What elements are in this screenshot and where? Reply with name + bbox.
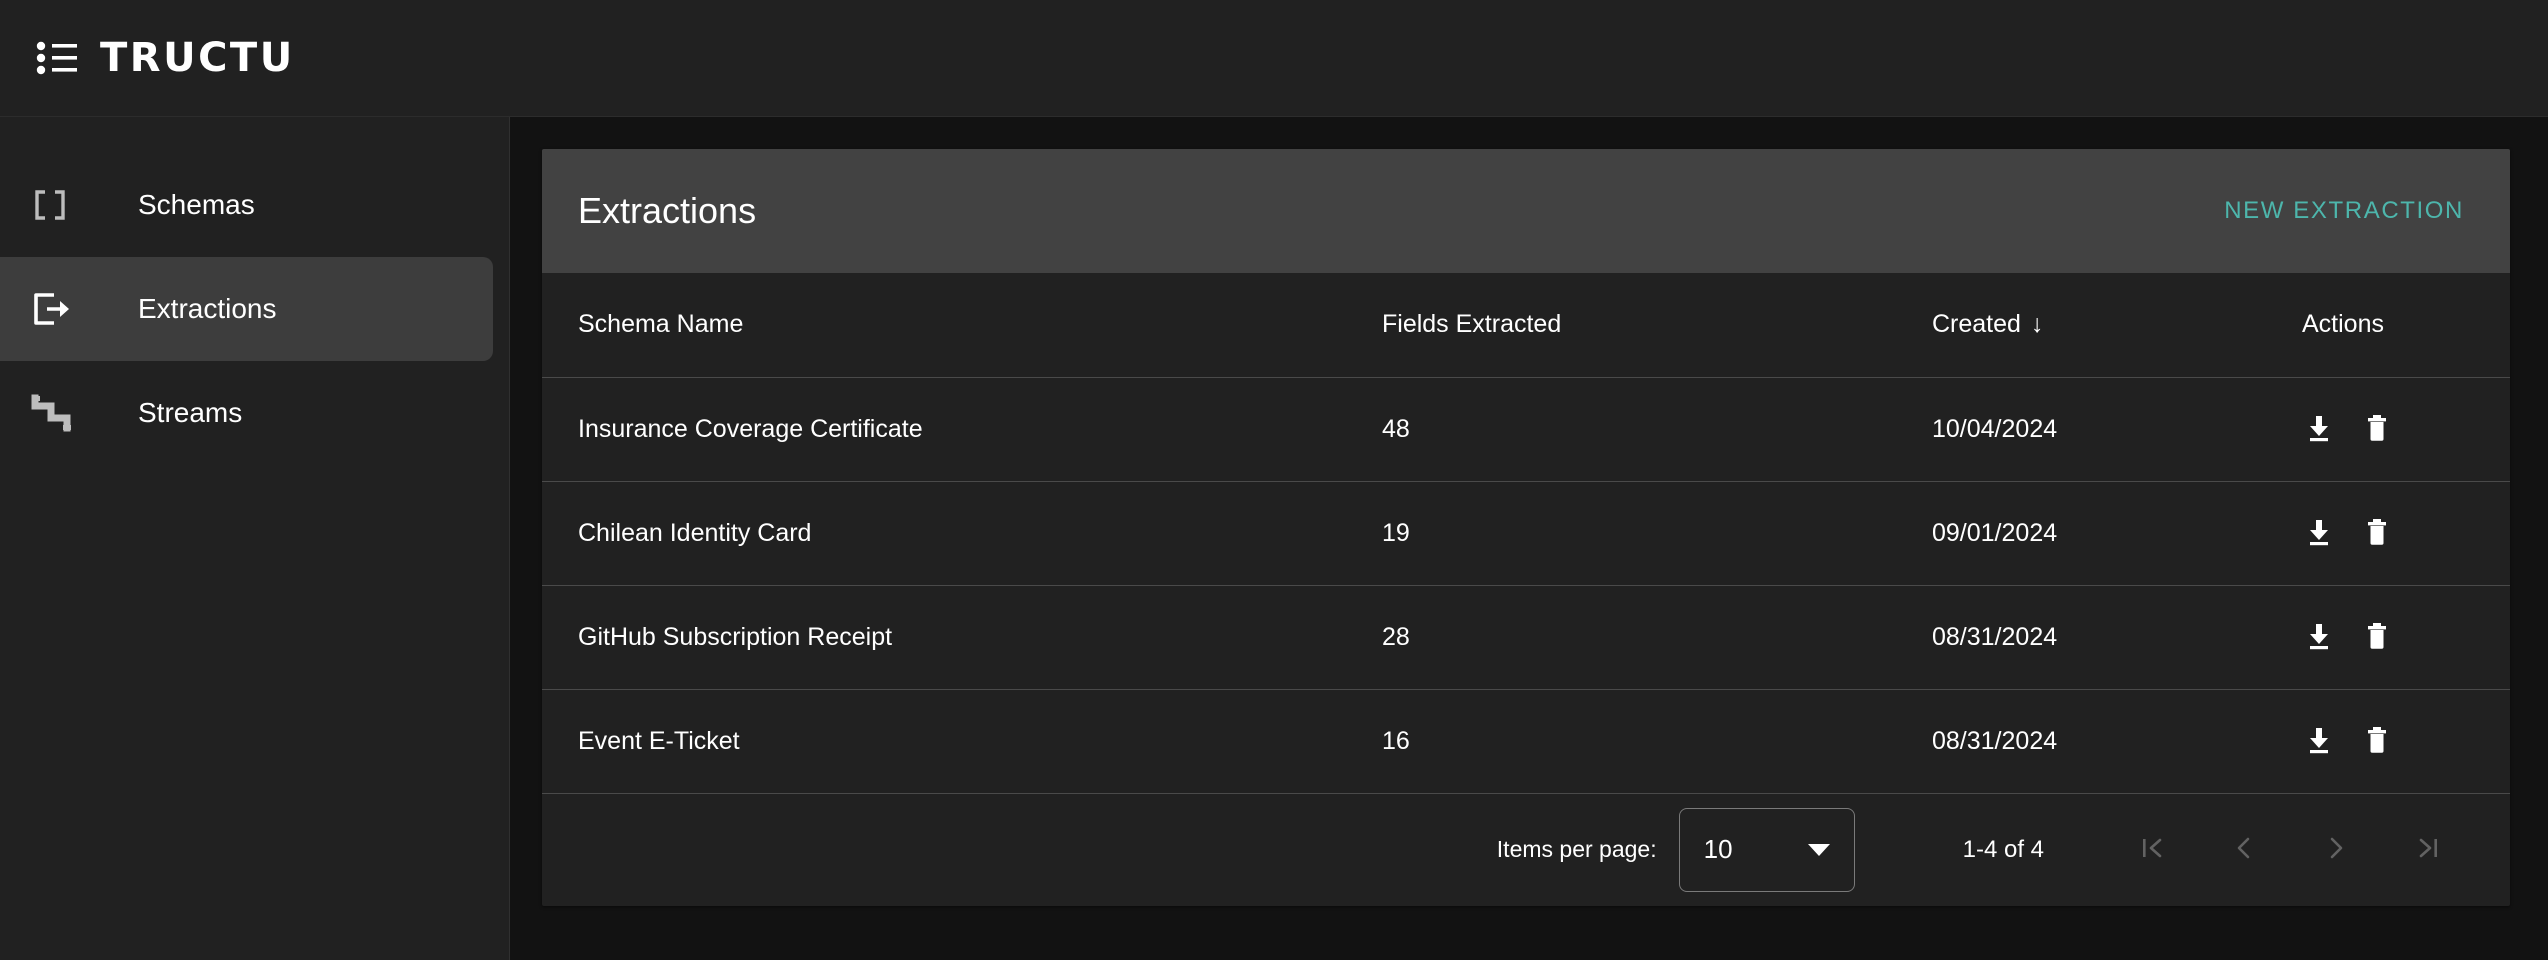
- column-header-created-label: Created: [1932, 310, 2021, 339]
- sidebar-item-label-schemas: Schemas: [138, 189, 255, 220]
- column-header-actions: Actions: [2292, 273, 2510, 378]
- sidebar-item-schemas[interactable]: Schemas: [0, 153, 493, 257]
- chevron-left-icon: [2228, 832, 2260, 867]
- page-title: Extractions: [578, 190, 757, 231]
- table-row[interactable]: Chilean Identity Card 19 09/01/2024: [542, 481, 2510, 586]
- delete-button[interactable]: [2360, 412, 2394, 446]
- brand-logo[interactable]: TRUCTU: [36, 38, 295, 78]
- sidebar-item-label-streams: Streams: [138, 397, 243, 428]
- previous-page-button[interactable]: [2212, 818, 2276, 882]
- download-button[interactable]: [2302, 516, 2336, 550]
- cell-fields-extracted: 28: [1372, 585, 1922, 690]
- last-page-button[interactable]: [2396, 818, 2460, 882]
- paginator: Items per page: 10 1-4 of 4: [542, 794, 2510, 906]
- download-icon: [2304, 725, 2334, 758]
- page-range-label: 1-4 of 4: [1962, 835, 2044, 863]
- delete-button[interactable]: [2360, 620, 2394, 654]
- cell-actions: [2292, 377, 2510, 482]
- items-per-page-label: Items per page:: [1496, 836, 1657, 862]
- cell-schema-name: Chilean Identity Card: [542, 481, 1372, 586]
- first-page-icon: [2136, 832, 2168, 867]
- next-page-button[interactable]: [2304, 818, 2368, 882]
- chevron-down-icon: [1807, 843, 1830, 856]
- cell-schema-name: Insurance Coverage Certificate: [542, 377, 1372, 482]
- cell-schema-name: GitHub Subscription Receipt: [542, 585, 1372, 690]
- trash-icon: [2362, 621, 2392, 654]
- body-container: Schemas Extractions Streams Extractions …: [0, 117, 2548, 960]
- table-header-row: Schema Name Fields Extracted Created ↓ A…: [542, 273, 2510, 378]
- cell-fields-extracted: 48: [1372, 377, 1922, 482]
- trash-icon: [2362, 725, 2392, 758]
- sort-descending-icon: ↓: [2030, 310, 2044, 339]
- brand-name: TRUCTU: [100, 35, 295, 81]
- download-icon: [2304, 621, 2334, 654]
- chevron-right-icon: [2320, 832, 2352, 867]
- trash-icon: [2362, 517, 2392, 550]
- content-area: Extractions NEW EXTRACTION Schema Name F…: [510, 117, 2548, 960]
- extractions-table: Schema Name Fields Extracted Created ↓ A…: [542, 273, 2510, 794]
- brackets-icon: [30, 185, 90, 225]
- sidebar-item-streams[interactable]: Streams: [0, 361, 493, 465]
- cell-created: 10/04/2024: [1922, 377, 2292, 482]
- bulleted-list-icon: [36, 41, 78, 75]
- zigzag-pipe-icon: [30, 392, 90, 434]
- table-row[interactable]: Event E-Ticket 16 08/31/2024: [542, 689, 2510, 794]
- app-root: TRUCTU Schemas Extractions Streams Extra…: [0, 0, 2548, 960]
- extractions-card: Extractions NEW EXTRACTION Schema Name F…: [542, 149, 2510, 906]
- cell-schema-name: Event E-Ticket: [542, 689, 1372, 794]
- delete-button[interactable]: [2360, 516, 2394, 550]
- download-icon: [2304, 413, 2334, 446]
- trash-icon: [2362, 413, 2392, 446]
- table-row[interactable]: GitHub Subscription Receipt 28 08/31/202…: [542, 585, 2510, 690]
- cell-created: 09/01/2024: [1922, 481, 2292, 586]
- cell-actions: [2292, 481, 2510, 586]
- cell-fields-extracted: 19: [1372, 481, 1922, 586]
- sidebar-item-extractions[interactable]: Extractions: [0, 257, 493, 361]
- cell-created: 08/31/2024: [1922, 585, 2292, 690]
- delete-button[interactable]: [2360, 724, 2394, 758]
- download-button[interactable]: [2302, 724, 2336, 758]
- download-button[interactable]: [2302, 412, 2336, 446]
- cell-actions: [2292, 689, 2510, 794]
- sidebar-item-label-extractions: Extractions: [138, 293, 277, 324]
- table-head: Schema Name Fields Extracted Created ↓ A…: [542, 273, 2510, 378]
- cell-created: 08/31/2024: [1922, 689, 2292, 794]
- last-page-icon: [2412, 832, 2444, 867]
- export-arrow-icon: [30, 289, 90, 329]
- cell-fields-extracted: 16: [1372, 689, 1922, 794]
- items-per-page-value: 10: [1703, 834, 1733, 864]
- download-icon: [2304, 517, 2334, 550]
- column-header-created[interactable]: Created ↓: [1922, 273, 2292, 378]
- download-button[interactable]: [2302, 620, 2336, 654]
- column-header-schema-name[interactable]: Schema Name: [542, 273, 1372, 378]
- sidebar: Schemas Extractions Streams: [0, 117, 510, 960]
- column-header-fields-extracted[interactable]: Fields Extracted: [1372, 273, 1922, 378]
- top-bar: TRUCTU: [0, 0, 2548, 117]
- first-page-button[interactable]: [2120, 818, 2184, 882]
- table-row[interactable]: Insurance Coverage Certificate 48 10/04/…: [542, 377, 2510, 482]
- new-extraction-button[interactable]: NEW EXTRACTION: [2214, 189, 2474, 233]
- items-per-page-select[interactable]: 10: [1678, 807, 1855, 892]
- cell-actions: [2292, 585, 2510, 690]
- table-body: Insurance Coverage Certificate 48 10/04/…: [542, 377, 2510, 794]
- card-header: Extractions NEW EXTRACTION: [542, 149, 2510, 273]
